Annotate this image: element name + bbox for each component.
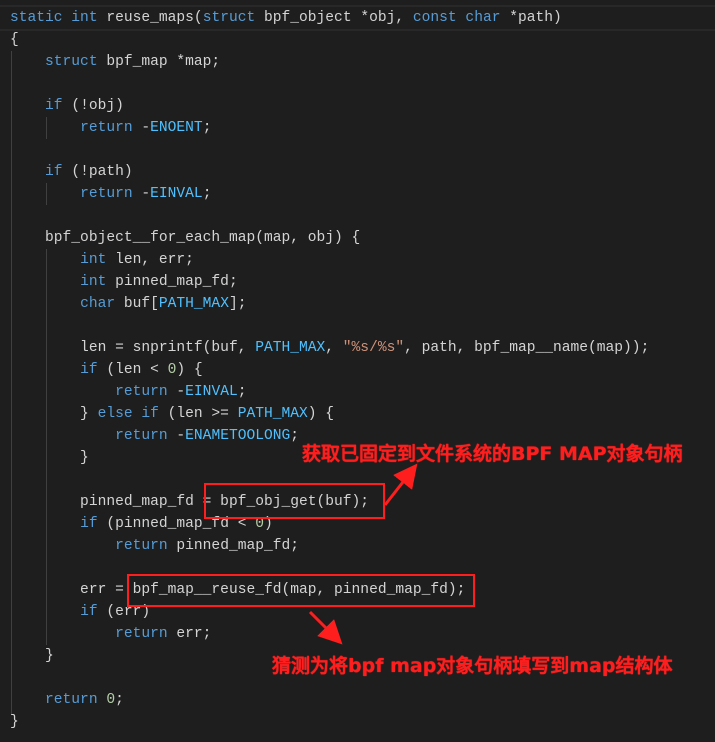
annotation-overlay — [127, 463, 475, 645]
arrow-down-right — [308, 610, 343, 645]
highlight-box-bpf-obj-get — [204, 483, 385, 519]
arrow-up-right — [383, 463, 418, 506]
highlight-box-reuse-fd — [127, 574, 475, 607]
